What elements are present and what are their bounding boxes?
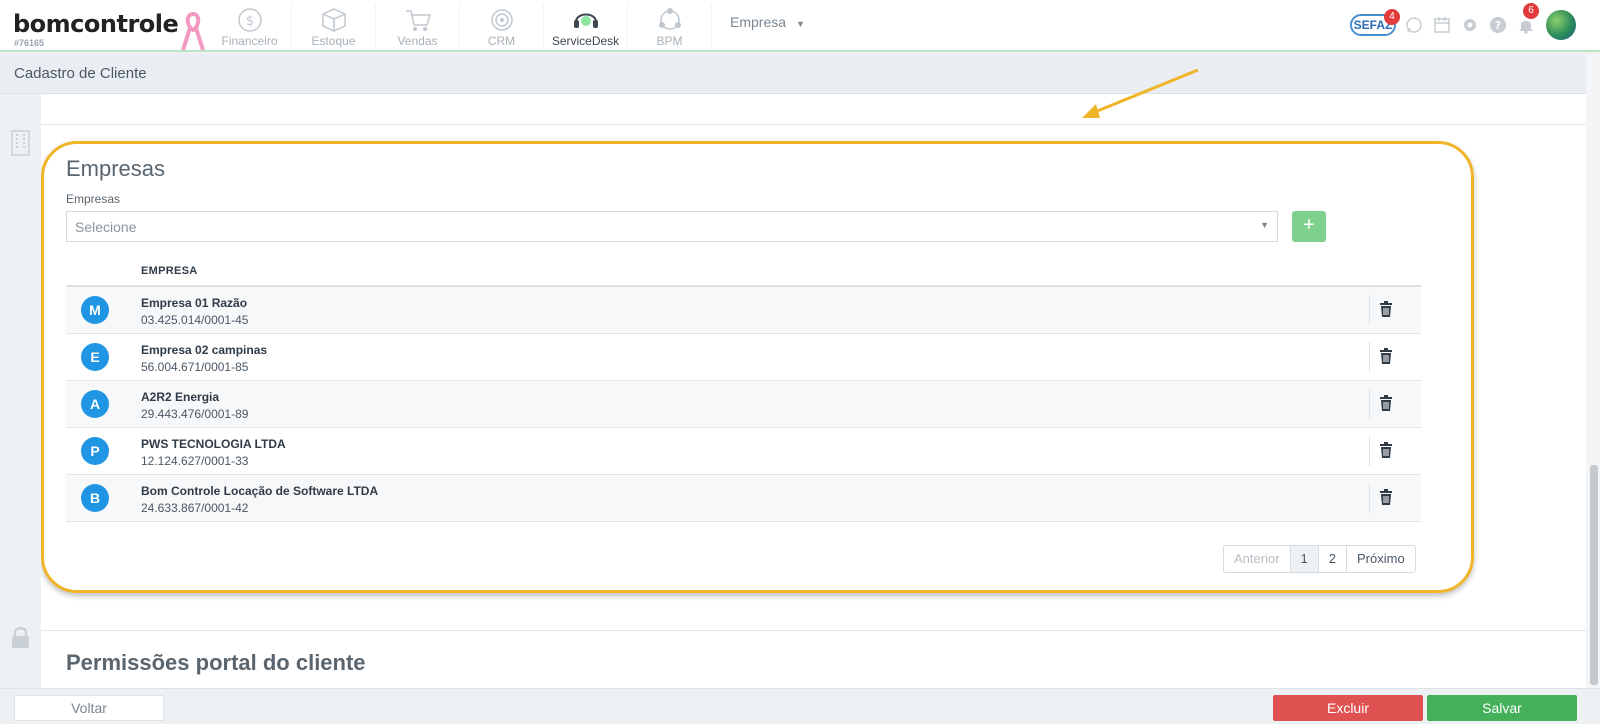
caret-down-icon: ▼ <box>1260 220 1269 230</box>
module-bpm[interactable]: BPM <box>628 4 712 48</box>
bell-icon[interactable] <box>1516 16 1536 36</box>
select-placeholder: Selecione <box>75 219 137 235</box>
module-servicedesk[interactable]: ServiceDesk <box>544 4 628 48</box>
delete-button[interactable]: Excluir <box>1273 695 1423 721</box>
empresas-table: M Empresa 01 Razão 03.425.014/0001-45 E … <box>66 287 1421 522</box>
building-icon[interactable] <box>10 130 31 156</box>
target-icon <box>460 6 543 34</box>
notifications-badge: 6 <box>1523 3 1539 19</box>
section-title: Empresas <box>66 156 166 181</box>
svg-text:$: $ <box>245 14 253 29</box>
top-navbar: bomcontrole #76165 $ Financeiro Estoque … <box>0 0 1600 52</box>
company-cnpj: 24.633.867/0001-42 <box>141 501 249 515</box>
back-button[interactable]: Voltar <box>14 695 164 721</box>
trash-icon[interactable] <box>1379 348 1393 364</box>
user-avatar[interactable] <box>1546 10 1576 40</box>
module-financeiro[interactable]: $ Financeiro <box>208 4 292 48</box>
company-dropdown-label: Empresa <box>730 14 787 30</box>
row-divider <box>1369 295 1370 325</box>
workflow-icon <box>628 6 711 34</box>
empresas-select[interactable]: Selecione ▼ <box>66 211 1278 242</box>
section-title-permissions: Permissões portal do cliente <box>66 650 366 675</box>
section-rail <box>0 94 41 688</box>
module-label: BPM <box>656 34 683 48</box>
account-id: #76165 <box>14 38 45 48</box>
table-header: EMPRESA <box>66 257 1421 287</box>
page-title: Cadastro de Cliente <box>14 65 147 82</box>
row-divider <box>1369 342 1370 372</box>
dollar-circle-icon: $ <box>208 6 291 34</box>
module-estoque[interactable]: Estoque <box>292 4 376 48</box>
sefaz-badge: 4 <box>1384 9 1400 25</box>
section-divider <box>41 630 1586 631</box>
module-label: ServiceDesk <box>551 34 620 48</box>
add-empresa-button[interactable]: + <box>1292 211 1326 242</box>
module-label: Estoque <box>311 34 356 48</box>
whatsapp-icon[interactable] <box>1404 16 1424 36</box>
company-avatar: E <box>81 343 109 371</box>
company-name: A2R2 Energia <box>141 390 220 404</box>
cart-icon <box>376 6 459 34</box>
company-avatar: A <box>81 390 109 418</box>
company-avatar: M <box>81 296 109 324</box>
row-divider <box>1369 389 1370 419</box>
caret-down-icon: ▼ <box>796 19 805 29</box>
trash-icon[interactable] <box>1379 442 1393 458</box>
empresas-field-label: Empresas <box>66 192 121 206</box>
pagination-page-2[interactable]: 2 <box>1317 546 1346 572</box>
company-cnpj: 03.425.014/0001-45 <box>141 313 249 327</box>
row-divider <box>1369 436 1370 466</box>
pagination-next[interactable]: Próximo <box>1346 546 1415 572</box>
column-header-empresa: EMPRESA <box>141 265 198 277</box>
headset-icon <box>544 6 627 34</box>
company-cnpj: 29.443.476/0001-89 <box>141 407 249 421</box>
brand-logo[interactable]: bomcontrole <box>13 10 179 38</box>
company-dropdown[interactable]: Empresa ▼ <box>730 14 805 30</box>
module-label: CRM <box>487 34 516 48</box>
company-avatar: B <box>81 484 109 512</box>
scrollbar-thumb[interactable] <box>1590 465 1598 685</box>
table-row: M Empresa 01 Razão 03.425.014/0001-45 <box>66 287 1421 334</box>
svg-text:?: ? <box>1495 19 1501 32</box>
module-label: Vendas <box>397 34 438 48</box>
company-cnpj: 12.124.627/0001-33 <box>141 454 249 468</box>
gear-icon[interactable] <box>1460 16 1480 36</box>
table-row: B Bom Controle Locação de Software LTDA … <box>66 475 1421 522</box>
lock-icon[interactable] <box>10 625 31 651</box>
trash-icon[interactable] <box>1379 301 1393 317</box>
table-row: A A2R2 Energia 29.443.476/0001-89 <box>66 381 1421 428</box>
company-name: Bom Controle Locação de Software LTDA <box>141 484 379 498</box>
save-button[interactable]: Salvar <box>1427 695 1577 721</box>
box-icon <box>292 6 375 34</box>
table-row: E Empresa 02 campinas 56.004.671/0001-85 <box>66 334 1421 381</box>
company-avatar: P <box>81 437 109 465</box>
row-divider <box>1369 483 1370 513</box>
trash-icon[interactable] <box>1379 395 1393 411</box>
pagination: Anterior 1 2 Próximo <box>1223 545 1416 573</box>
company-name: Empresa 01 Razão <box>141 296 248 310</box>
help-icon[interactable]: ? <box>1488 16 1508 36</box>
main-content: Empresas Empresas Selecione ▼ + EMPRESA … <box>41 94 1586 688</box>
pagination-page-1[interactable]: 1 <box>1289 546 1318 572</box>
company-cnpj: 56.004.671/0001-85 <box>141 360 249 374</box>
footer-bar: Voltar Excluir Salvar <box>0 688 1600 724</box>
trash-icon[interactable] <box>1379 489 1393 505</box>
pagination-prev[interactable]: Anterior <box>1224 546 1290 572</box>
company-name: PWS TECNOLOGIA LTDA <box>141 437 286 451</box>
module-crm[interactable]: CRM <box>460 4 544 48</box>
module-vendas[interactable]: Vendas <box>376 4 460 48</box>
pink-ribbon-icon <box>181 12 205 51</box>
calendar-icon[interactable] <box>1432 16 1452 36</box>
previous-section-end <box>41 94 1586 125</box>
table-row: P PWS TECNOLOGIA LTDA 12.124.627/0001-33 <box>66 428 1421 475</box>
page-header: Cadastro de Cliente <box>0 54 1600 94</box>
module-label: Financeiro <box>221 34 278 48</box>
company-name: Empresa 02 campinas <box>141 343 268 357</box>
